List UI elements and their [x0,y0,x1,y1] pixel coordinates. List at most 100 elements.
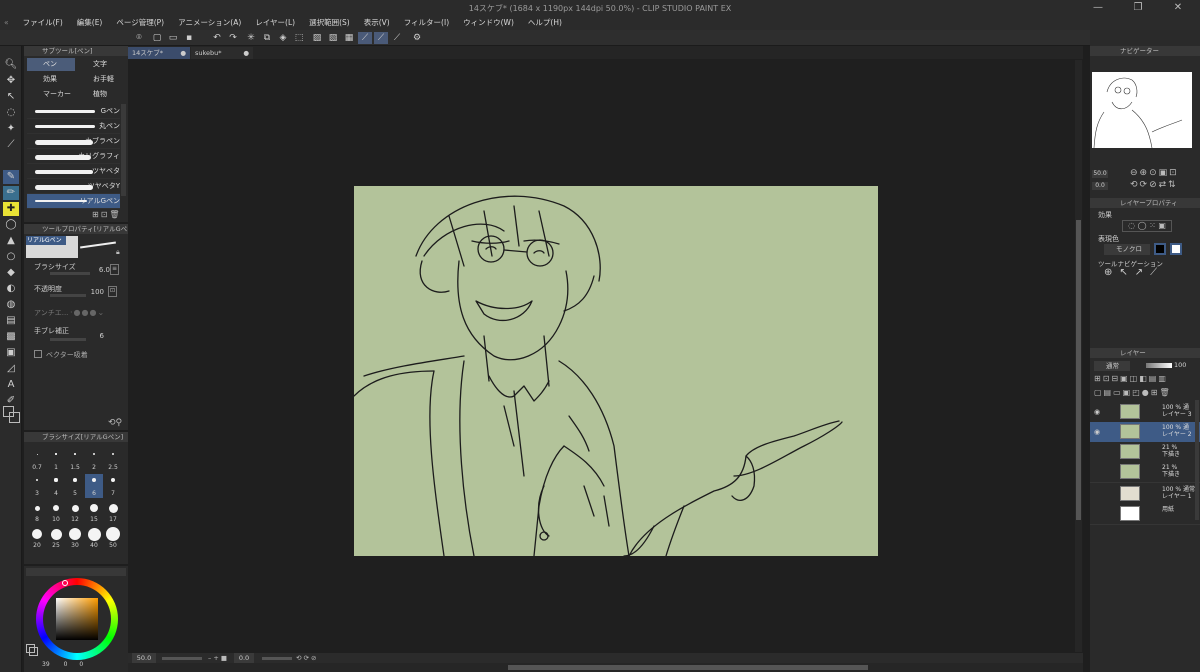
clear-icon[interactable]: ✳ [244,32,258,44]
effect-buttons-icon[interactable]: ◌ ◯ ⁙ ▣ [1122,220,1172,232]
grid-icon[interactable]: ▦ [342,32,356,44]
menu-window[interactable]: ウィンドウ(W) [456,17,521,29]
stabilization-slider[interactable] [50,338,86,341]
brush-g-pen[interactable]: Gペン [27,104,120,119]
menu-edit[interactable]: 編集(E) [70,17,110,29]
horizontal-scroll-thumb[interactable] [508,665,868,670]
figure-icon[interactable]: ▩ [3,330,19,344]
tab-close-icon[interactable]: ● [243,47,249,59]
menu-layer[interactable]: レイヤー(L) [248,17,302,29]
brush-size-value[interactable]: 6.0 [90,266,110,274]
lock-icon[interactable]: 🔒︎ [116,248,120,257]
operation-icon[interactable]: ↖ [3,90,19,104]
pen-icon[interactable]: ✎ [3,170,19,184]
layer-color-black[interactable] [1154,243,1166,255]
ruler-tool-icon[interactable]: ◿ [3,362,19,376]
layer-row[interactable]: ◉ 100 % 通レイヤー 3 [1090,402,1200,423]
layer-visibility-icon[interactable]: ◉ [1094,408,1100,416]
frame-icon[interactable]: ▣ [3,346,19,360]
settings-icon[interactable]: ⚙ [410,32,424,44]
layer-tools-row1-icon[interactable]: ⊞⊡⊟▣◫◧▤▥ [1094,374,1198,384]
status-zoom-slider[interactable] [162,657,202,660]
zoom-icon[interactable]: 🔍︎ [3,58,19,72]
brush-size-cell[interactable]: 15 [85,500,103,524]
circle-icon[interactable]: ○ [3,250,19,264]
menu-view[interactable]: 表示(V) [357,17,397,29]
brush-size-cell[interactable]: 2 [85,448,103,472]
fill-bucket-icon[interactable]: ◍ [3,298,19,312]
blend-mode-select[interactable]: 通常 [1094,361,1130,371]
brush-size-cell[interactable]: 2.5 [104,448,122,472]
layer-color-white[interactable] [1170,243,1182,255]
subtool-group-text[interactable]: 文字 [77,58,125,71]
move-icon[interactable]: ✥ [3,74,19,88]
open-folder-icon[interactable]: ▭ [166,32,180,44]
snap-grid-icon[interactable]: ⟋ [390,32,404,44]
transform-icon[interactable]: ⧉ [260,32,274,44]
magic-wand-icon[interactable]: ✦ [3,122,19,136]
doc-tab-active[interactable]: 14スケブ* ● [128,47,190,59]
layer-row[interactable]: 100 % 通常 レイヤー 1 [1090,484,1200,505]
menu-help[interactable]: ヘルプ(H) [521,17,569,29]
layer-row[interactable]: 用紙 [1090,504,1200,525]
status-zoom-buttons-icon[interactable]: – + ■ [208,653,227,663]
tool-navigation-buttons-icon[interactable]: ⊕↖↗⟋ [1104,267,1184,281]
navigator-zoom-buttons-icon[interactable]: ⊖⊕⊙▣⊡ [1130,168,1179,178]
brush-size-cell[interactable]: 1.5 [66,448,84,472]
stabilization-value[interactable]: 6 [84,332,104,340]
brush-size-cell[interactable]: 4 [47,474,65,498]
navigator-angle[interactable]: 0.0 [1092,182,1108,190]
antialias-options-icon[interactable]: ·●●●⌄ [70,308,120,317]
vertical-scroll-thumb[interactable] [1076,220,1081,520]
layer-row[interactable]: 21 % 下描き [1090,442,1200,463]
brush-size-cell[interactable]: 0.7 [28,448,46,472]
lasso-icon[interactable]: ◌ [3,106,19,120]
menu-file[interactable]: ファイル(F) [16,17,70,29]
brush-size-cell[interactable]: 40 [85,526,103,550]
color-panel-tabs[interactable] [26,568,126,576]
brush-size-cell[interactable]: 50 [104,526,122,550]
subtool-group-plant[interactable]: 植物 [77,88,125,101]
brush-icon[interactable]: ◯ [3,218,19,232]
layer-visibility-icon[interactable]: ◉ [1094,428,1100,436]
new-file-icon[interactable]: ▢ [150,32,164,44]
undo-icon[interactable]: ↶ [210,32,224,44]
text-icon[interactable]: A [3,378,19,392]
color-mode-select[interactable]: モノクロ [1104,244,1150,255]
collapse-arrows-icon[interactable]: « [0,17,16,29]
select-icon[interactable]: ⬚ [292,32,306,44]
subtool-group-easy[interactable]: お手軽 [77,73,125,86]
brush-tsuyabeta-y[interactable]: ツヤベタY [27,179,120,194]
brush-maru-pen[interactable]: 丸ペン [27,119,120,134]
layer-opacity-value[interactable]: 100 [1174,361,1186,369]
brush-size-cell[interactable]: 20 [28,526,46,550]
app-icon[interactable]: ⌾ [132,32,146,44]
redo-icon[interactable]: ↷ [226,32,240,44]
brush-size-cell[interactable]: 12 [66,500,84,524]
brush-size-cell[interactable]: 10 [47,500,65,524]
ruler-icon[interactable]: ▨ [310,32,324,44]
brush-size-cell[interactable]: 7 [104,474,122,498]
hue-handle[interactable] [62,580,68,586]
status-angle[interactable]: 0.0 [234,653,254,663]
opacity-dynamics-icon[interactable]: ⊡ [108,286,117,297]
navigator-zoom[interactable]: 50.0 [1092,170,1108,178]
vector-checkbox[interactable] [34,350,42,358]
sub-color-swatch[interactable] [9,412,20,423]
airbrush-icon[interactable]: ✚ [3,202,19,216]
subtool-group-pen[interactable]: ペン [27,58,75,71]
blend-icon[interactable]: ◐ [3,282,19,296]
gradient-icon[interactable]: ▤ [3,314,19,328]
artboard[interactable] [354,186,878,556]
layer-tools-row2-icon[interactable]: ▢▤▭▣◰●⊞🗑︎ [1094,388,1198,398]
eyedropper-icon[interactable]: ⟋ [3,138,19,152]
subtool-group-marker[interactable]: マーカー [27,88,75,101]
brush-calligraphy[interactable]: カリグラフィ [27,149,120,164]
status-rotate-icons[interactable]: ⟲ ⟳ ⊘ [296,653,316,663]
snap-special-icon[interactable]: ⟋ [374,32,388,44]
status-angle-slider[interactable] [262,657,292,660]
navigator-thumbnail[interactable] [1092,72,1192,148]
snap-icon[interactable]: ▧ [326,32,340,44]
subtool-scrollbar[interactable] [121,104,126,196]
tool-reset-icon[interactable]: ⟲⚲ [108,418,122,428]
